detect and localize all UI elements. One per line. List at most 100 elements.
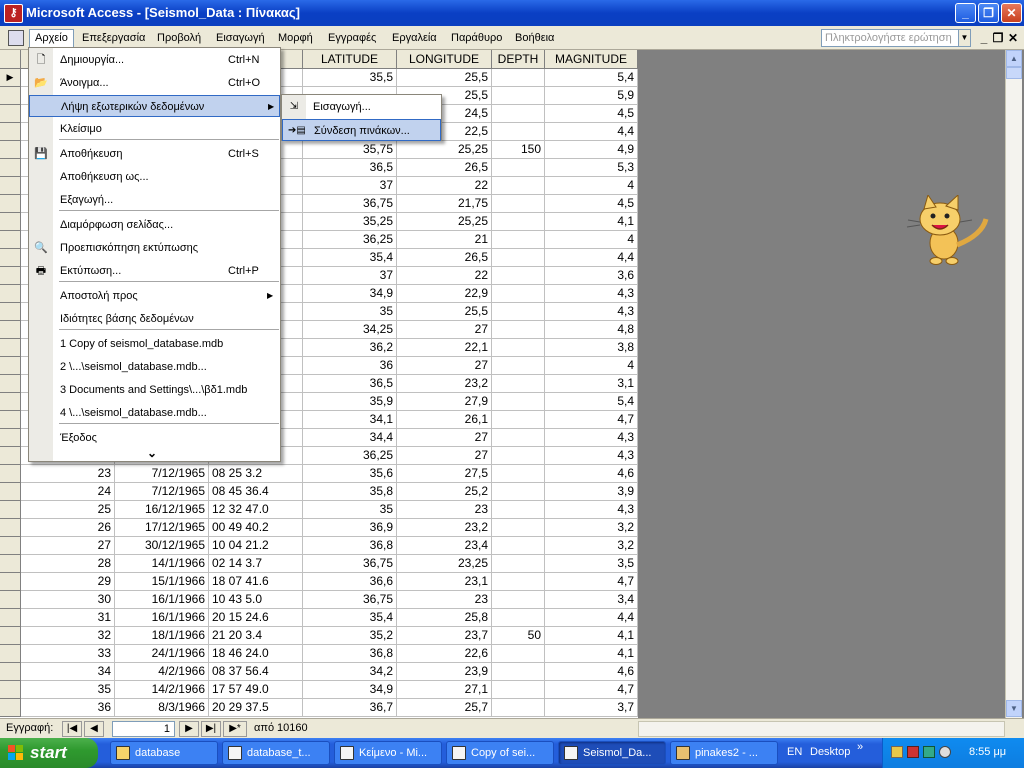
task-database-t[interactable]: database_t... bbox=[222, 741, 330, 765]
cell-magnitude[interactable]: 4,1 bbox=[545, 213, 638, 231]
file-menu-item-4[interactable]: 💾 Αποθήκευση Ctrl+S bbox=[29, 143, 280, 165]
cell-latitude[interactable]: 36,8 bbox=[303, 537, 397, 555]
cell-depth[interactable] bbox=[492, 555, 545, 573]
cell-time[interactable]: 08 25 3.2 bbox=[209, 465, 303, 483]
horizontal-scrollbar[interactable] bbox=[638, 721, 1005, 737]
cell-latitude[interactable]: 34,9 bbox=[303, 285, 397, 303]
cell-latitude[interactable]: 36,25 bbox=[303, 231, 397, 249]
minimize-button[interactable]: _ bbox=[955, 3, 976, 23]
cell-latitude[interactable]: 37 bbox=[303, 177, 397, 195]
submenu-item-import[interactable]: ⇲ Εισαγωγή... bbox=[282, 96, 441, 118]
cell-id[interactable]: 26 bbox=[21, 519, 115, 537]
cell-magnitude[interactable]: 4,7 bbox=[545, 681, 638, 699]
task-database[interactable]: database bbox=[110, 741, 218, 765]
language-indicator[interactable]: EN bbox=[787, 746, 802, 758]
cell-longitude[interactable]: 25,5 bbox=[397, 69, 492, 87]
cell-date[interactable]: 18/1/1966 bbox=[115, 627, 209, 645]
cell-latitude[interactable]: 34,4 bbox=[303, 429, 397, 447]
cell-time[interactable]: 18 07 41.6 bbox=[209, 573, 303, 591]
record-selector[interactable] bbox=[0, 375, 21, 393]
cell-latitude[interactable]: 36,9 bbox=[303, 519, 397, 537]
table-row[interactable]: 26 17/12/1965 00 49 40.2 36,9 23,2 3,2 bbox=[0, 519, 638, 537]
scroll-thumb[interactable] bbox=[1006, 67, 1022, 79]
cell-id[interactable]: 24 bbox=[21, 483, 115, 501]
cell-longitude[interactable]: 26,1 bbox=[397, 411, 492, 429]
cell-longitude[interactable]: 27,1 bbox=[397, 681, 492, 699]
file-menu-item-15[interactable]: 4 \...\seismol_database.mdb... bbox=[29, 402, 280, 424]
cell-magnitude[interactable]: 4,6 bbox=[545, 663, 638, 681]
cell-longitude[interactable]: 27,9 bbox=[397, 393, 492, 411]
select-all-corner[interactable] bbox=[0, 50, 21, 69]
cell-longitude[interactable]: 23 bbox=[397, 501, 492, 519]
cell-longitude[interactable]: 23 bbox=[397, 591, 492, 609]
cell-id[interactable]: 27 bbox=[21, 537, 115, 555]
cell-magnitude[interactable]: 4,5 bbox=[545, 195, 638, 213]
menu-tools[interactable]: Εργαλεία bbox=[387, 30, 442, 47]
cell-depth[interactable]: 50 bbox=[492, 627, 545, 645]
record-selector[interactable] bbox=[0, 303, 21, 321]
file-menu-item-5[interactable]: Αποθήκευση ως... bbox=[29, 166, 280, 188]
record-number-input[interactable]: 1 bbox=[112, 721, 175, 737]
cell-longitude[interactable]: 23,7 bbox=[397, 627, 492, 645]
cell-latitude[interactable]: 36,7 bbox=[303, 699, 397, 717]
cell-latitude[interactable]: 35 bbox=[303, 501, 397, 519]
chevron-down-icon[interactable]: ▼ bbox=[958, 29, 971, 47]
table-row[interactable]: 35 14/2/1966 17 57 49.0 34,9 27,1 4,7 bbox=[0, 681, 638, 699]
scroll-down-button[interactable]: ▼ bbox=[1006, 700, 1022, 717]
cell-date[interactable]: 4/2/1966 bbox=[115, 663, 209, 681]
cell-depth[interactable] bbox=[492, 267, 545, 285]
record-selector[interactable] bbox=[0, 339, 21, 357]
cell-id[interactable]: 28 bbox=[21, 555, 115, 573]
help-question-input[interactable]: Πληκτρολογήστε ερώτηση bbox=[821, 29, 971, 47]
file-menu-item-2[interactable]: Λήψη εξωτερικών δεδομένων ▶ bbox=[29, 95, 280, 117]
cell-depth[interactable] bbox=[492, 609, 545, 627]
cell-magnitude[interactable]: 4,3 bbox=[545, 429, 638, 447]
cell-latitude[interactable]: 35 bbox=[303, 303, 397, 321]
cell-magnitude[interactable]: 5,4 bbox=[545, 393, 638, 411]
cell-id[interactable]: 31 bbox=[21, 609, 115, 627]
menu-insert[interactable]: Εισαγωγή bbox=[211, 30, 270, 47]
cell-longitude[interactable]: 25,7 bbox=[397, 699, 492, 717]
table-row[interactable]: 34 4/2/1966 08 37 56.4 34,2 23,9 4,6 bbox=[0, 663, 638, 681]
file-menu-item-12[interactable]: 1 Copy of seismol_database.mdb bbox=[29, 333, 280, 355]
record-selector[interactable] bbox=[0, 609, 21, 627]
current-record-selector[interactable]: ▶ bbox=[0, 69, 21, 87]
record-selector[interactable] bbox=[0, 663, 21, 681]
cell-longitude[interactable]: 25,25 bbox=[397, 141, 492, 159]
cell-magnitude[interactable]: 3,5 bbox=[545, 555, 638, 573]
cell-latitude[interactable]: 36,5 bbox=[303, 375, 397, 393]
record-selector[interactable] bbox=[0, 195, 21, 213]
cell-longitude[interactable]: 21 bbox=[397, 231, 492, 249]
cell-depth[interactable] bbox=[492, 699, 545, 717]
cell-magnitude[interactable]: 4,9 bbox=[545, 141, 638, 159]
cell-depth[interactable] bbox=[492, 213, 545, 231]
cell-magnitude[interactable]: 4,1 bbox=[545, 627, 638, 645]
record-selector[interactable] bbox=[0, 213, 21, 231]
record-selector[interactable] bbox=[0, 429, 21, 447]
cell-depth[interactable] bbox=[492, 159, 545, 177]
cell-longitude[interactable]: 25,8 bbox=[397, 609, 492, 627]
cell-depth[interactable] bbox=[492, 483, 545, 501]
cell-longitude[interactable]: 22 bbox=[397, 177, 492, 195]
record-selector[interactable] bbox=[0, 483, 21, 501]
task-keimeno[interactable]: Κείμενο - Mi... bbox=[334, 741, 442, 765]
cell-latitude[interactable]: 35,4 bbox=[303, 249, 397, 267]
record-selector[interactable] bbox=[0, 159, 21, 177]
cell-date[interactable]: 16/12/1965 bbox=[115, 501, 209, 519]
cell-time[interactable]: 21 20 3.4 bbox=[209, 627, 303, 645]
column-header-depth[interactable]: DEPTH bbox=[492, 50, 545, 69]
record-selector[interactable] bbox=[0, 231, 21, 249]
cell-depth[interactable] bbox=[492, 411, 545, 429]
task-copy-of-sei[interactable]: Copy of sei... bbox=[446, 741, 554, 765]
cell-longitude[interactable]: 21,75 bbox=[397, 195, 492, 213]
cell-longitude[interactable]: 22,1 bbox=[397, 339, 492, 357]
cell-longitude[interactable]: 23,9 bbox=[397, 663, 492, 681]
cell-depth[interactable] bbox=[492, 87, 545, 105]
record-selector[interactable] bbox=[0, 519, 21, 537]
cell-longitude[interactable]: 26,5 bbox=[397, 249, 492, 267]
table-row[interactable]: 30 16/1/1966 10 43 5.0 36,75 23 3,4 bbox=[0, 591, 638, 609]
menu-edit[interactable]: Επεξεργασία bbox=[77, 30, 150, 47]
cell-magnitude[interactable]: 4,6 bbox=[545, 465, 638, 483]
cell-id[interactable]: 33 bbox=[21, 645, 115, 663]
cell-depth[interactable] bbox=[492, 231, 545, 249]
